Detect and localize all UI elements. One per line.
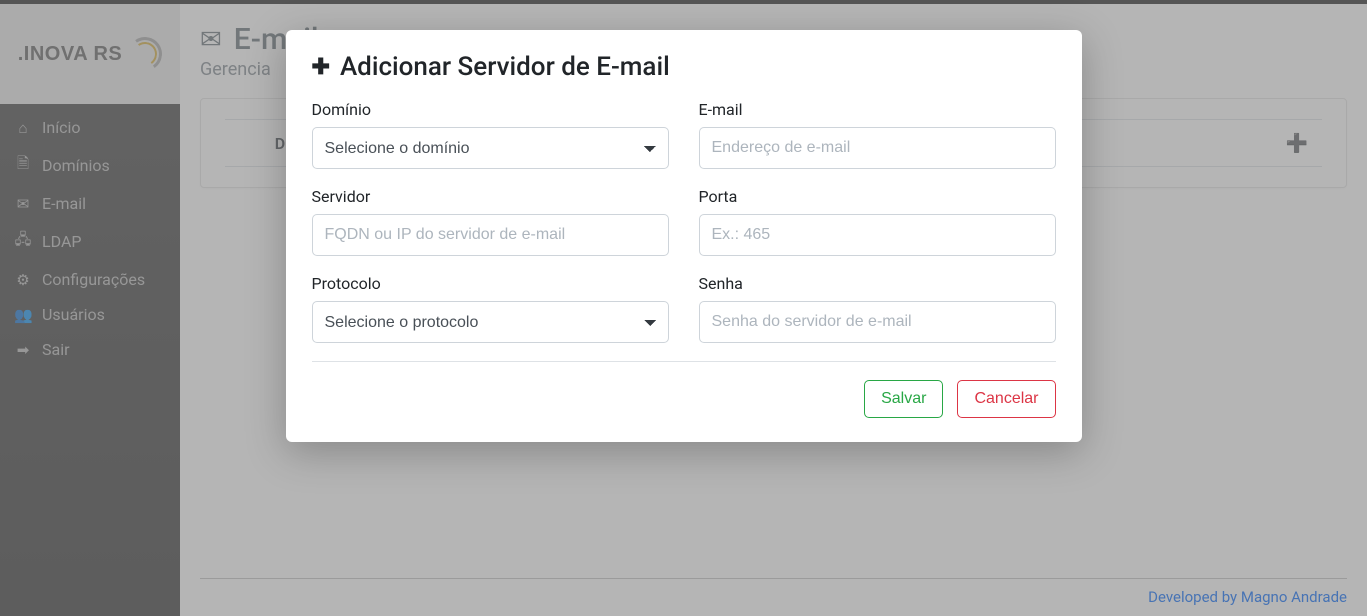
dominio-select[interactable]: Selecione o domínio — [312, 127, 669, 169]
email-label: E-mail — [699, 100, 1056, 119]
modal-title-text: Adicionar Servidor de E-mail — [340, 52, 670, 82]
porta-label: Porta — [699, 187, 1056, 206]
protocolo-select[interactable]: Selecione o protocolo — [312, 301, 669, 343]
protocolo-label: Protocolo — [312, 274, 669, 293]
dominio-label: Domínio — [312, 100, 669, 119]
porta-input[interactable] — [699, 214, 1056, 256]
add-email-server-modal: ✚ Adicionar Servidor de E-mail Domínio S… — [286, 30, 1082, 442]
servidor-label: Servidor — [312, 187, 669, 206]
senha-input[interactable] — [699, 301, 1056, 343]
email-input[interactable] — [699, 127, 1056, 169]
senha-label: Senha — [699, 274, 1056, 293]
modal-divider — [312, 361, 1056, 362]
modal-title: ✚ Adicionar Servidor de E-mail — [312, 52, 1056, 82]
cancel-button[interactable]: Cancelar — [957, 380, 1055, 418]
save-button[interactable]: Salvar — [864, 380, 943, 418]
plus-icon: ✚ — [312, 55, 330, 80]
servidor-input[interactable] — [312, 214, 669, 256]
